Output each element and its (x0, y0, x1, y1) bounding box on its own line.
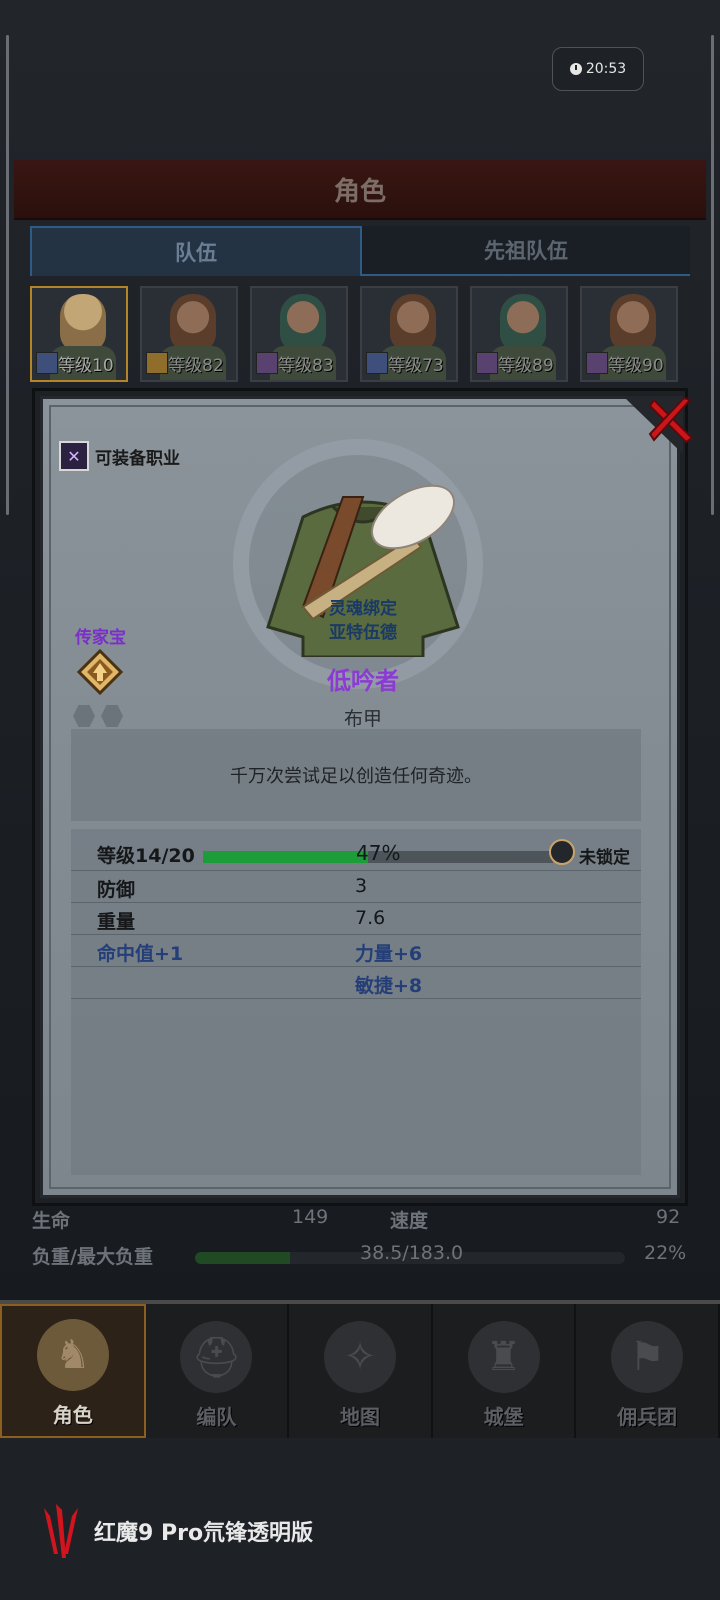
hero-card[interactable]: 等级73 (360, 286, 458, 382)
hero-portrait (390, 294, 436, 352)
item-level-percent: 47% (356, 841, 401, 865)
page-title: 角色 (14, 160, 706, 220)
load-value: 38.5/183.0 (360, 1242, 464, 1264)
bonus-stat: 敏捷+8 (355, 975, 423, 997)
close-icon (648, 396, 694, 444)
nav-formation[interactable]: ⛑ 编队 (146, 1304, 290, 1438)
nav-castle[interactable]: ♜ 城堡 (433, 1304, 577, 1438)
hero-level: 等级89 (498, 356, 554, 376)
nav-mercenary[interactable]: ⚑ 佣兵团 (576, 1304, 720, 1438)
tab-ancestor-team[interactable]: 先祖队伍 (362, 226, 690, 276)
device-brand: 红魔9 Pro氘锋透明版 (40, 1502, 313, 1560)
speed-label: 速度 (390, 1210, 429, 1232)
equippable-classes-label: 可装备职业 (95, 448, 180, 469)
redmagic-logo (44, 1504, 78, 1558)
nav-character[interactable]: ♞ 角色 (0, 1304, 146, 1438)
close-button[interactable] (636, 385, 708, 455)
nav-label: 编队 (196, 1405, 237, 1429)
stat-value: 3 (355, 875, 368, 897)
hp-row: 生命 149 速度 92 (30, 1206, 690, 1240)
hp-value: 149 (292, 1206, 329, 1228)
bonus-stat: 命中值+1 (97, 943, 184, 965)
nav-label: 城堡 (483, 1405, 524, 1429)
equippable-classes[interactable]: ✕ 可装备职业 (59, 441, 180, 471)
bonus-stat: 力量+6 (355, 943, 423, 965)
nav-label: 角色 (52, 1403, 93, 1427)
item-level-bar-fill (203, 851, 368, 863)
class-icon (146, 352, 168, 374)
clock: 20:53 (552, 47, 644, 91)
hero-level: 等级83 (278, 356, 334, 376)
stat-label: 重量 (97, 911, 136, 933)
stat-row: 防御 3 (71, 871, 641, 903)
hero-card[interactable]: 等级89 (470, 286, 568, 382)
load-row: 负重/最大负重 38.5/183.0 22% (30, 1242, 690, 1276)
knight-icon: ♞ (36, 1319, 109, 1391)
brand-text: 红魔9 Pro氘锋透明版 (94, 1521, 314, 1546)
scroll-indicator-left (6, 35, 9, 515)
hero-portrait (60, 294, 106, 352)
hero-level: 等级73 (388, 356, 444, 376)
heirloom-icon[interactable] (77, 649, 123, 695)
clock-time: 20:53 (585, 61, 627, 77)
compass-icon: ✧ (323, 1321, 396, 1393)
class-icon (366, 352, 388, 374)
tab-team[interactable]: 队伍 (30, 226, 362, 276)
hero-level: 等级10 (58, 356, 114, 376)
item-name: 低吟者 (327, 667, 399, 695)
character-stats: 生命 149 速度 92 负重/最大负重 38.5/183.0 22% (30, 1200, 690, 1280)
hero-roster: 等级10 等级82 等级83 等级73 等级89 等级90 (30, 286, 690, 382)
hero-level: 等级90 (608, 356, 664, 376)
stat-label: 防御 (97, 879, 136, 901)
hero-card[interactable]: 等级10 (30, 286, 128, 382)
hero-card[interactable]: 等级90 (580, 286, 678, 382)
helmet-icon: ⛑ (180, 1321, 253, 1393)
stat-row: 重量 7.6 (71, 903, 641, 935)
load-label: 负重/最大负重 (32, 1246, 153, 1268)
hp-label: 生命 (32, 1210, 71, 1232)
castle-icon: ♜ (467, 1321, 540, 1393)
soulbound-text: 灵魂绑定 亚特伍德 (253, 597, 473, 645)
item-detail-modal: ✕ 可装备职业 灵魂绑定 亚特伍德 传家宝 低吟者 布甲 千万次尝试足以创造任何… (40, 396, 694, 1198)
item-level-row: 等级14/20 47% 未锁定 (71, 835, 641, 871)
nav-map[interactable]: ✧ 地图 (289, 1304, 433, 1438)
crossed-weapons-icon: ✕ (59, 441, 89, 471)
lock-icon[interactable] (549, 839, 575, 865)
banner-icon: ⚑ (611, 1321, 684, 1393)
speed-value: 92 (656, 1206, 681, 1228)
load-bar-fill (195, 1252, 290, 1264)
stat-value: 7.6 (355, 907, 386, 929)
hero-portrait (280, 294, 326, 352)
scroll-indicator-right (711, 35, 714, 515)
hero-card[interactable]: 等级83 (250, 286, 348, 382)
class-icon (36, 352, 58, 374)
bonus-row: 敏捷+8 (71, 967, 641, 999)
hero-card[interactable]: 等级82 (140, 286, 238, 382)
nav-label: 地图 (339, 1405, 380, 1429)
load-percent: 22% (644, 1242, 687, 1264)
soulbound-label: 灵魂绑定 (329, 599, 397, 619)
class-icon (586, 352, 608, 374)
heirloom-label: 传家宝 (75, 628, 126, 648)
clock-icon (569, 63, 582, 75)
item-stats: 等级14/20 47% 未锁定 防御 3 重量 7.6 命中值+1 力量+6 敏… (71, 829, 641, 1175)
hero-level: 等级82 (168, 356, 224, 376)
team-tabs: 队伍 先祖队伍 (30, 226, 690, 276)
item-level-label: 等级14/20 (97, 845, 195, 867)
class-icon (476, 352, 498, 374)
hero-portrait (170, 294, 216, 352)
nav-label: 佣兵团 (617, 1405, 678, 1429)
item-type: 布甲 (343, 708, 382, 730)
bottom-nav: ♞ 角色 ⛑ 编队 ✧ 地图 ♜ 城堡 ⚑ 佣兵团 (0, 1300, 720, 1438)
soulbound-owner: 亚特伍德 (329, 623, 397, 643)
bonus-row: 命中值+1 力量+6 (71, 935, 641, 967)
hero-portrait (610, 294, 656, 352)
item-description: 千万次尝试足以创造任何奇迹。 (71, 729, 641, 821)
class-icon (256, 352, 278, 374)
hero-portrait (500, 294, 546, 352)
lock-status[interactable]: 未锁定 (579, 843, 630, 868)
